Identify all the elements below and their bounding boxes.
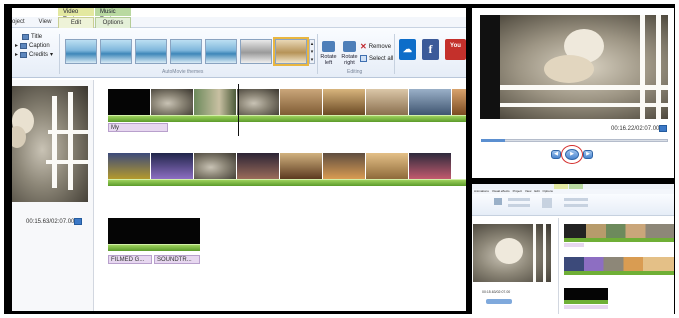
rotate-right-icon bbox=[343, 41, 356, 52]
remove-button[interactable]: ✕ Remove bbox=[360, 42, 391, 51]
rotate-left-button[interactable]: Rotate left bbox=[318, 41, 339, 66]
clip-thumbnail[interactable] bbox=[409, 153, 451, 179]
mini-clip-row bbox=[564, 257, 674, 271]
right-panels: 00:16.22/02:07.00 ◀ ▶ ▶ Animations Visua… bbox=[470, 8, 675, 314]
theme-thumbnail[interactable] bbox=[240, 39, 272, 64]
clip-thumbnail[interactable] bbox=[108, 218, 200, 244]
clip-thumbnail[interactable] bbox=[237, 89, 279, 115]
title-icon bbox=[22, 33, 29, 40]
theme-gallery-scroll[interactable]: ▴ ▾ ▾ bbox=[309, 39, 315, 64]
tab-edit[interactable]: Edit bbox=[58, 17, 94, 28]
theme-thumbnail[interactable] bbox=[100, 39, 132, 64]
automovie-themes-group-label: AutoMovie themes bbox=[162, 69, 204, 75]
clip-thumbnail[interactable] bbox=[323, 153, 365, 179]
tab-project[interactable]: oject bbox=[12, 17, 30, 28]
storyboard-pane: My FILMED G... SOUNDTR... bbox=[97, 80, 466, 311]
zoomed-video-frame bbox=[480, 15, 668, 119]
theme-thumbnail[interactable] bbox=[65, 39, 97, 64]
audio-clip-filmed[interactable]: FILMED G... bbox=[108, 255, 152, 264]
video-tools-header: Video Tools bbox=[58, 8, 94, 23]
tab-view[interactable]: View bbox=[34, 17, 56, 28]
clip-thumbnail[interactable] bbox=[151, 89, 193, 115]
thumbnail-screenshot: Animations Visual effects Project View E… bbox=[472, 184, 674, 314]
preview-video-frame bbox=[12, 86, 88, 202]
zoomed-timecode: 00:16.22/02:07.00 bbox=[611, 126, 660, 132]
mini-preview-frame bbox=[473, 224, 551, 282]
ribbon-toolbar: Title ▸ Caption ▸ Credits ▾ ▴ ▾ ▾ AutoMovi… bbox=[12, 28, 466, 78]
theme-thumbnail[interactable] bbox=[170, 39, 202, 64]
theme-thumbnail-selected[interactable] bbox=[273, 37, 309, 66]
clip-thumbnail[interactable] bbox=[194, 153, 236, 179]
clip-thumbnail[interactable] bbox=[452, 89, 466, 115]
clip-thumbnail[interactable] bbox=[366, 153, 408, 179]
mini-clip-row bbox=[564, 224, 674, 238]
remove-icon: ✕ bbox=[360, 42, 367, 51]
theme-thumbnail[interactable] bbox=[205, 39, 237, 64]
clip-thumbnail[interactable] bbox=[280, 153, 322, 179]
title-button[interactable]: Title bbox=[22, 32, 42, 41]
credits-icon bbox=[20, 51, 28, 58]
contextual-tab-headers: Video Tools Music Tools bbox=[58, 8, 131, 23]
clip-thumbnail[interactable] bbox=[280, 89, 322, 115]
seek-bar[interactable] bbox=[481, 139, 668, 142]
editing-group-label: Editing bbox=[347, 69, 363, 75]
caption-icon bbox=[20, 42, 28, 49]
video-track-bar bbox=[108, 179, 466, 186]
clip-thumbnail[interactable] bbox=[409, 89, 451, 115]
preview-pane: 00:15.63/02:07.00 bbox=[12, 80, 94, 311]
select-all-label: Select all bbox=[369, 55, 394, 62]
previous-frame-icon[interactable]: ◀ bbox=[551, 150, 561, 159]
video-track-bar bbox=[108, 244, 200, 251]
facebook-icon[interactable]: f bbox=[422, 39, 439, 60]
music-tools-header: Music Tools bbox=[95, 8, 131, 23]
rotate-left-label: Rotate left bbox=[320, 54, 337, 66]
caption-button[interactable]: ▸ Caption bbox=[15, 41, 50, 50]
clip-thumbnail[interactable] bbox=[366, 89, 408, 115]
rotate-right-label: Rotate right bbox=[341, 54, 358, 66]
clip-thumbnail[interactable] bbox=[237, 153, 279, 179]
seek-bar-progress bbox=[481, 139, 506, 142]
mini-clip-row bbox=[564, 288, 608, 300]
clip-row-1 bbox=[108, 89, 466, 115]
select-all-icon bbox=[360, 55, 367, 62]
expand-icon[interactable] bbox=[74, 218, 82, 225]
mini-ribbon bbox=[472, 194, 674, 216]
credits-label: Credits bbox=[29, 51, 49, 58]
credits-button[interactable]: ▸ Credits ▾ bbox=[15, 50, 53, 59]
tab-options[interactable]: Options bbox=[95, 17, 131, 28]
chevron-down-icon: ▾ bbox=[50, 52, 54, 58]
mini-timecode: 00:15.63/02:07.00 bbox=[482, 290, 511, 294]
clip-row-2 bbox=[108, 153, 451, 179]
caption-clip[interactable]: My bbox=[108, 123, 168, 132]
zoomed-preview-panel: 00:16.22/02:07.00 ◀ ▶ ▶ bbox=[472, 8, 674, 178]
caption-label: Caption bbox=[29, 42, 50, 49]
rotate-right-button[interactable]: Rotate right bbox=[339, 41, 360, 66]
select-all-button[interactable]: Select all bbox=[360, 55, 393, 62]
next-frame-icon[interactable]: ▶ bbox=[583, 150, 593, 159]
video-track-bar bbox=[108, 115, 466, 122]
clip-thumbnail[interactable] bbox=[323, 89, 365, 115]
ribbon-divider bbox=[59, 34, 60, 74]
movie-maker-window: Video Tools Music Tools oject View Edit … bbox=[12, 8, 466, 311]
rotate-left-icon bbox=[322, 41, 335, 52]
onedrive-icon[interactable]: ☁ bbox=[399, 39, 416, 60]
ribbon-divider bbox=[394, 34, 395, 74]
clip-thumbnail[interactable] bbox=[151, 153, 193, 179]
clip-thumbnail[interactable] bbox=[108, 153, 150, 179]
mini-controls bbox=[486, 299, 512, 304]
play-highlight-circle bbox=[561, 145, 583, 164]
ribbon-tab-bar: oject View Edit Options bbox=[12, 17, 466, 28]
clip-row-3 bbox=[108, 218, 200, 244]
playhead[interactable] bbox=[238, 84, 239, 136]
expand-icon[interactable] bbox=[659, 125, 667, 132]
preview-timecode: 00:15.63/02:07.00 bbox=[26, 219, 75, 225]
youtube-icon[interactable]: You bbox=[445, 39, 466, 60]
remove-label: Remove bbox=[368, 43, 392, 50]
audio-clip-soundtrack[interactable]: SOUNDTR... bbox=[154, 255, 200, 264]
clip-thumbnail[interactable] bbox=[194, 89, 236, 115]
clip-thumbnail[interactable] bbox=[108, 89, 150, 115]
theme-thumbnail[interactable] bbox=[135, 39, 167, 64]
title-label: Title bbox=[31, 33, 43, 40]
